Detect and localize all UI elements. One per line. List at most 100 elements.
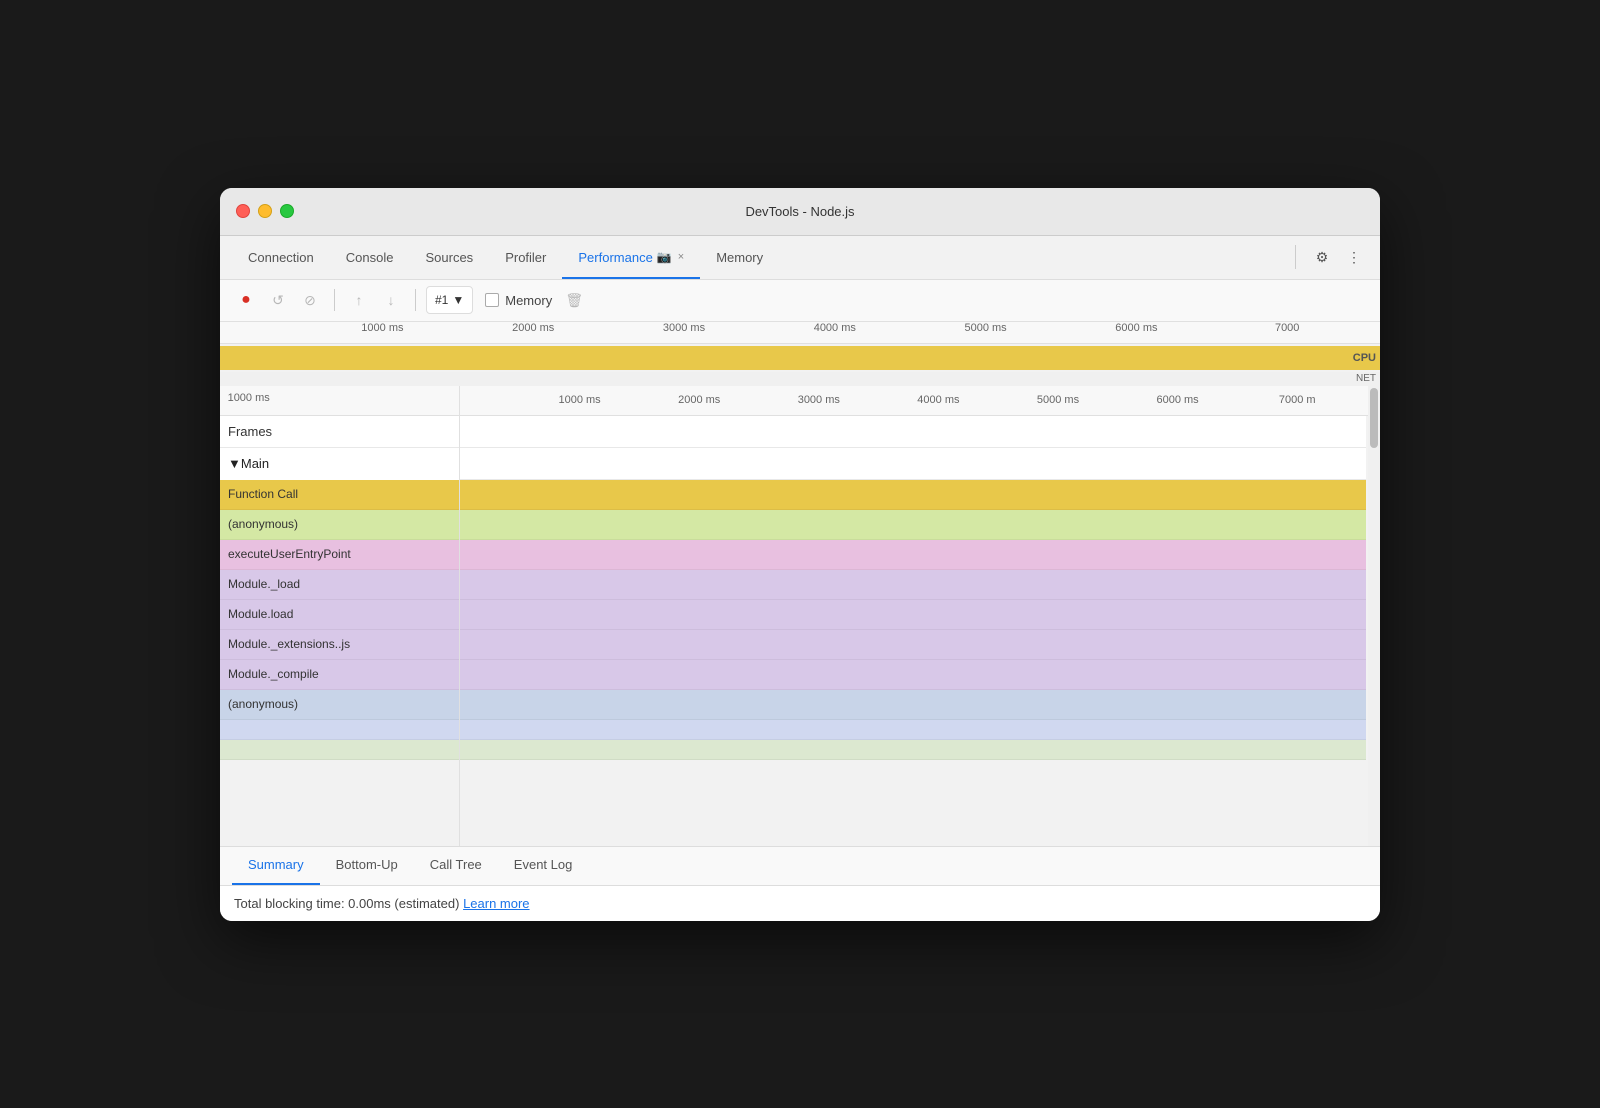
settings-button[interactable]: ⚙ <box>1308 243 1336 271</box>
sub2-right <box>460 740 1366 760</box>
tab-close-icon[interactable]: × <box>678 251 684 263</box>
exec-right <box>460 540 1366 570</box>
row-module-load2[interactable]: Module.load <box>220 600 459 630</box>
tab-summary[interactable]: Summary <box>232 845 320 885</box>
toolbar-divider <box>334 289 335 311</box>
ml-right <box>460 570 1366 600</box>
cpu-bar: CPU <box>220 346 1380 370</box>
bottom-tabs: Summary Bottom-Up Call Tree Event Log <box>220 846 1380 886</box>
time-r2-7000: 7000 m <box>1279 394 1316 406</box>
timeline-header: 1000 ms 2000 ms 3000 ms 4000 ms 5000 ms … <box>220 322 1380 386</box>
devtools-window: DevTools - Node.js Connection Console So… <box>220 188 1380 921</box>
anon1-right <box>460 510 1366 540</box>
net-label: NET <box>1356 373 1376 384</box>
time-ruler-top: 1000 ms 2000 ms 3000 ms 4000 ms 5000 ms … <box>220 322 1380 344</box>
sub-row2 <box>220 740 459 760</box>
traffic-lights <box>236 204 294 218</box>
time-label-2000: 2000 ms <box>512 322 554 334</box>
frames-right-row <box>460 416 1366 448</box>
time-label-1000: 1000 ms <box>361 322 403 334</box>
tab-performance[interactable]: Performance 📷 × <box>562 235 700 279</box>
main-label: Main <box>241 456 269 471</box>
more-options-button[interactable]: ⋮ <box>1340 243 1368 271</box>
sub-row1 <box>220 720 459 740</box>
compile-label: Module._compile <box>228 667 319 681</box>
record-icon: ● <box>241 291 251 309</box>
row-compile[interactable]: Module._compile <box>220 660 459 690</box>
minimize-button[interactable] <box>258 204 272 218</box>
delete-button[interactable]: 🗑 <box>560 286 588 314</box>
dots-icon: ⋮ <box>1347 249 1361 266</box>
record-button[interactable]: ● <box>232 286 260 314</box>
tab-console[interactable]: Console <box>330 235 410 279</box>
row-module-load[interactable]: Module._load <box>220 570 459 600</box>
status-bar: Total blocking time: 0.00ms (estimated) … <box>220 886 1380 921</box>
time-r2-1000: 1000 ms <box>558 394 600 406</box>
titlebar: DevTools - Node.js <box>220 188 1380 236</box>
main-content: 1000 ms Frames ▼ Main Function Call (ano… <box>220 386 1380 846</box>
toolbar-divider2 <box>415 289 416 311</box>
event-log-label: Event Log <box>514 857 573 872</box>
reload-button[interactable]: ↺ <box>264 286 292 314</box>
row-execute[interactable]: executeUserEntryPoint <box>220 540 459 570</box>
tab-profiler[interactable]: Profiler <box>489 235 562 279</box>
status-text: Total blocking time: 0.00ms (estimated) <box>234 896 459 911</box>
bottom-up-label: Bottom-Up <box>336 857 398 872</box>
row-extensions[interactable]: Module._extensions..js <box>220 630 459 660</box>
comp-right <box>460 660 1366 690</box>
time-label-6000: 6000 ms <box>1115 322 1157 334</box>
download-icon: ↓ <box>388 292 395 308</box>
scrollbar-thumb[interactable] <box>1370 388 1378 448</box>
profile-dropdown[interactable]: #1 ▼ <box>426 286 473 314</box>
cpu-label: CPU <box>1353 352 1376 364</box>
right-panel: 1000 ms 2000 ms 3000 ms 4000 ms 5000 ms … <box>460 386 1380 846</box>
anon2-right <box>460 690 1366 720</box>
nav-actions: ⚙ ⋮ <box>1287 243 1368 271</box>
row-function-call[interactable]: Function Call <box>220 480 459 510</box>
time-label-5000: 5000 ms <box>964 322 1006 334</box>
time-r2-5000: 5000 ms <box>1037 394 1079 406</box>
upload-button[interactable]: ↑ <box>345 286 373 314</box>
tab-event-log[interactable]: Event Log <box>498 845 589 885</box>
upload-icon: ↑ <box>356 292 363 308</box>
scrollbar[interactable] <box>1368 386 1380 846</box>
row-anonymous2[interactable]: (anonymous) <box>220 690 459 720</box>
time-r2-4000: 4000 ms <box>917 394 959 406</box>
execute-label: executeUserEntryPoint <box>228 547 351 561</box>
time-label-3000: 3000 ms <box>663 322 705 334</box>
time-label2-1000: 1000 ms <box>228 392 270 404</box>
main-section-header[interactable]: ▼ Main <box>220 448 459 480</box>
triangle-icon: ▼ <box>228 456 241 471</box>
memory-checkbox[interactable] <box>485 293 499 307</box>
maximize-button[interactable] <box>280 204 294 218</box>
tab-connection[interactable]: Connection <box>232 235 330 279</box>
extensions-label: Module._extensions..js <box>228 637 350 651</box>
trash-icon: 🗑 <box>565 292 583 309</box>
tab-call-tree[interactable]: Call Tree <box>414 845 498 885</box>
summary-label: Summary <box>248 857 304 872</box>
time-ruler2-left: 1000 ms <box>220 386 459 416</box>
main-header-right <box>460 448 1366 480</box>
download-button[interactable]: ↓ <box>377 286 405 314</box>
learn-more-link[interactable]: Learn more <box>463 896 529 911</box>
time-r2-2000: 2000 ms <box>678 394 720 406</box>
ml2-right <box>460 600 1366 630</box>
chevron-down-icon: ▼ <box>452 293 464 307</box>
toolbar: ● ↺ ⊘ ↑ ↓ #1 ▼ Memory 🗑 <box>220 280 1380 322</box>
memory-checkbox-label: Memory <box>505 293 552 308</box>
nav-divider <box>1295 245 1296 269</box>
performance-camera-icon: 📷 <box>657 250 672 264</box>
anonymous1-label: (anonymous) <box>228 517 298 531</box>
tab-bottom-up[interactable]: Bottom-Up <box>320 845 414 885</box>
row-anonymous1[interactable]: (anonymous) <box>220 510 459 540</box>
frames-row: Frames <box>220 416 459 448</box>
frames-label: Frames <box>228 424 272 439</box>
tab-memory[interactable]: Memory <box>700 235 779 279</box>
stop-button[interactable]: ⊘ <box>296 286 324 314</box>
memory-checkbox-container[interactable]: Memory <box>485 293 552 308</box>
tab-sources[interactable]: Sources <box>409 235 489 279</box>
left-panel: 1000 ms Frames ▼ Main Function Call (ano… <box>220 386 460 846</box>
close-button[interactable] <box>236 204 250 218</box>
call-tree-label: Call Tree <box>430 857 482 872</box>
reload-icon: ↺ <box>272 292 284 309</box>
